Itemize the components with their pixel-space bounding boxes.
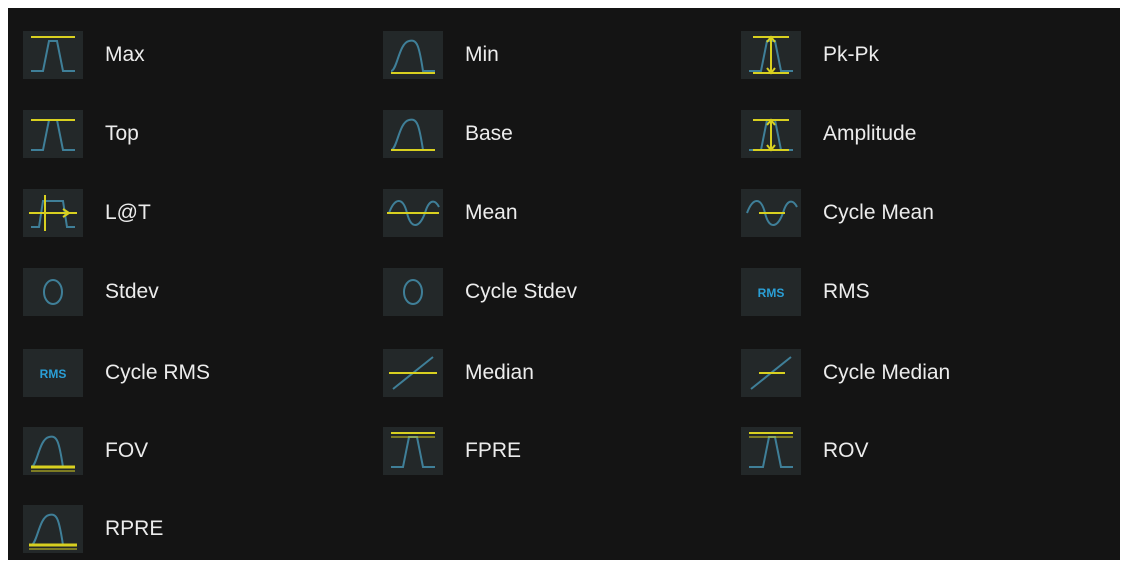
measurement-item-stdev[interactable]: Stdev	[23, 267, 353, 317]
top-icon	[23, 110, 83, 158]
fpre-icon	[383, 427, 443, 475]
measurement-item-median[interactable]: Median	[383, 348, 713, 398]
measurement-item-max[interactable]: Max	[23, 30, 353, 80]
measurement-item-base[interactable]: Base	[383, 109, 713, 159]
measurement-label: ROV	[823, 439, 869, 462]
measurement-item-fov[interactable]: FOV	[23, 426, 353, 476]
measurement-label: Min	[465, 43, 499, 66]
level-at-trigger-icon	[23, 189, 83, 237]
fov-icon	[23, 427, 83, 475]
measurement-item-rms[interactable]: RMS RMS	[741, 267, 1071, 317]
measurement-label: FOV	[105, 439, 149, 462]
cycle-stdev-icon	[383, 268, 443, 316]
stdev-icon	[23, 268, 83, 316]
measurement-item-cycle-rms[interactable]: RMS Cycle RMS	[23, 348, 353, 398]
amplitude-icon	[741, 110, 801, 158]
measurement-label: Cycle RMS	[105, 361, 211, 384]
max-icon	[23, 31, 83, 79]
measurement-label: Mean	[465, 201, 518, 224]
stage: Max Min Pk-Pk Top Base Amplitude L@T Mean Cycle …	[0, 0, 1129, 568]
measurement-label: RPRE	[105, 517, 164, 540]
measurement-item-l-t[interactable]: L@T	[23, 188, 353, 238]
measurement-label: FPRE	[465, 439, 522, 462]
measurement-item-mean[interactable]: Mean	[383, 188, 713, 238]
measurement-item-pk-pk[interactable]: Pk-Pk	[741, 30, 1071, 80]
mean-icon	[383, 189, 443, 237]
measurement-item-rpre[interactable]: RPRE	[23, 504, 353, 554]
measurement-item-fpre[interactable]: FPRE	[383, 426, 713, 476]
measurement-item-cycle-stdev[interactable]: Cycle Stdev	[383, 267, 713, 317]
measurement-panel: Max Min Pk-Pk Top Base Amplitude L@T Mean Cycle …	[8, 8, 1120, 560]
measurement-label: Pk-Pk	[823, 43, 880, 66]
rpre-icon	[23, 505, 83, 553]
cycle-median-icon	[741, 349, 801, 397]
measurement-item-rov[interactable]: ROV	[741, 426, 1071, 476]
measurement-item-amplitude[interactable]: Amplitude	[741, 109, 1071, 159]
min-icon	[383, 31, 443, 79]
measurement-label: Cycle Median	[823, 361, 951, 384]
measurement-item-min[interactable]: Min	[383, 30, 713, 80]
measurement-label: Top	[105, 122, 139, 145]
measurement-label: Cycle Stdev	[465, 280, 578, 303]
measurement-label: Stdev	[105, 280, 159, 303]
measurement-label: L@T	[105, 201, 151, 224]
measurement-item-top[interactable]: Top	[23, 109, 353, 159]
measurement-label: RMS	[823, 280, 870, 303]
measurement-label: Amplitude	[823, 122, 917, 145]
measurement-label: Base	[465, 122, 513, 145]
base-icon	[383, 110, 443, 158]
median-icon	[383, 349, 443, 397]
measurement-item-cycle-median[interactable]: Cycle Median	[741, 348, 1071, 398]
svg-text:RMS: RMS	[40, 367, 67, 381]
cycle-rms-icon: RMS	[23, 349, 83, 397]
cycle-mean-icon	[741, 189, 801, 237]
measurement-label: Cycle Mean	[823, 201, 934, 224]
measurement-item-cycle-mean[interactable]: Cycle Mean	[741, 188, 1071, 238]
rms-icon: RMS	[741, 268, 801, 316]
pk-pk-icon	[741, 31, 801, 79]
svg-text:RMS: RMS	[758, 286, 785, 300]
rov-icon	[741, 427, 801, 475]
measurement-label: Median	[465, 361, 534, 384]
measurement-label: Max	[105, 43, 145, 66]
